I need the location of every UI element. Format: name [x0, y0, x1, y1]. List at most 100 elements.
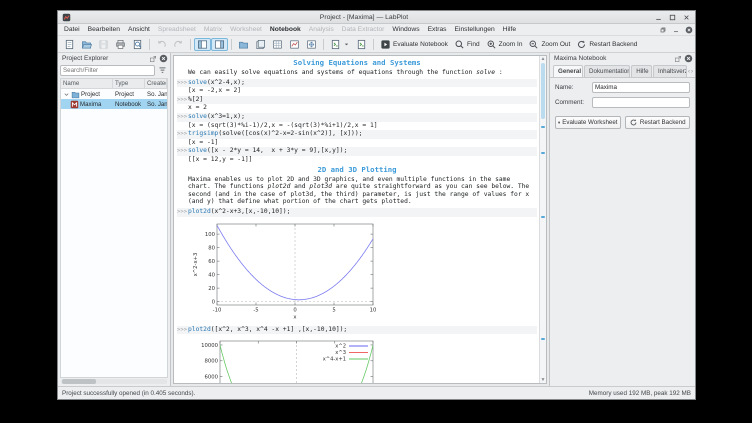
menu-windows[interactable]: Windows: [388, 26, 423, 33]
redo-button: [170, 38, 187, 51]
command-code[interactable]: plot2d([x^2, x^3, x^4 -x +1] ,[x,-10,10]…: [188, 326, 347, 335]
float-dock-icon[interactable]: [674, 55, 682, 63]
print-button[interactable]: [112, 38, 129, 51]
tab-scroll-right-icon[interactable]: ›: [691, 69, 693, 75]
menu-datei[interactable]: Datei: [60, 26, 84, 33]
maxima-icon: [70, 100, 79, 109]
tab-inhaltsverzeichnis[interactable]: Inhaltsverzeichnis: [653, 65, 687, 77]
new-notebook-button[interactable]: [327, 38, 353, 51]
notebook-content[interactable]: Solving Equations and SystemsWe can easi…: [174, 56, 539, 383]
scroll-down-icon[interactable]: ▼: [540, 377, 546, 383]
filter-button[interactable]: [156, 65, 168, 76]
new-spreadsheet-button[interactable]: [269, 38, 286, 51]
tab-dokumentation[interactable]: Dokumentation: [584, 65, 630, 77]
command-entry[interactable]: >>>plot2d(x^2-x+3,[x,-10,10]);: [177, 208, 537, 217]
zoom-out-button[interactable]: Zoom Out: [525, 38, 573, 51]
vertical-scrollbar[interactable]: ▲ ▼: [539, 56, 546, 383]
tab-scroll-arrows[interactable]: ‹›: [688, 69, 693, 77]
restart-icon: [576, 39, 587, 50]
restart-backend-label: Restart Backend: [589, 41, 637, 48]
command-entry[interactable]: >>>solve([x - 2*y = 14, x + 3*y = 9],[x,…: [177, 147, 537, 156]
main-toolbar: Evaluate NotebookFindZoom InZoom Out Rest…: [58, 36, 695, 53]
menu-ansicht[interactable]: Ansicht: [124, 26, 154, 33]
menu-matrix: Matrix: [200, 26, 226, 33]
column-header-type[interactable]: Type: [113, 79, 145, 88]
zoom-in-button[interactable]: Zoom In: [483, 38, 526, 51]
evaluate-worksheet-button[interactable]: Evaluate Worksheet: [555, 116, 621, 129]
tab-scroll-left-icon[interactable]: ‹: [688, 69, 690, 75]
menu-bearbeiten[interactable]: Bearbeiten: [84, 26, 124, 33]
print-preview-icon: [132, 39, 143, 50]
command-code[interactable]: plot2d(x^2-x+3,[x,-10,10]);: [188, 208, 290, 217]
notebook-page: Solving Equations and SystemsWe can easi…: [173, 55, 547, 384]
command-entry[interactable]: >>>plot2d([x^2, x^3, x^4 -x +1] ,[x,-10,…: [177, 326, 537, 335]
name-label: Name:: [555, 84, 589, 91]
name-field[interactable]: [592, 82, 690, 93]
tab-general[interactable]: General: [553, 65, 583, 77]
tab-hilfe[interactable]: Hilfe: [631, 65, 652, 77]
hscroll-thumb[interactable]: [62, 379, 96, 384]
save-project-button: [95, 38, 112, 51]
menu-analysis: Analysis: [305, 26, 338, 33]
filter-icon: [158, 66, 167, 75]
menu-hilfe[interactable]: Hilfe: [499, 26, 520, 33]
markdown-text[interactable]: We can easily solve equations and system…: [188, 69, 533, 77]
maximize-icon[interactable]: [668, 13, 677, 22]
scroll-up-icon[interactable]: ▲: [540, 56, 546, 62]
new-datapicker-button[interactable]: [303, 38, 320, 51]
menu-extras[interactable]: Extras: [424, 26, 451, 33]
close-dock-icon[interactable]: [684, 54, 693, 63]
float-dock-icon[interactable]: [149, 55, 157, 63]
command-entry[interactable]: >>>trigsimp(solve([cos(x)^2-x=2-sin(x^2)…: [177, 130, 537, 139]
comment-field[interactable]: [592, 97, 690, 108]
undo-button: [153, 38, 170, 51]
close-icon[interactable]: [682, 13, 691, 22]
memory-usage: Memory used 192 MB, peak 192 MB: [589, 390, 691, 397]
open-project-button[interactable]: [78, 38, 95, 51]
command-entry[interactable]: >>>solve(x^2-4,x);: [177, 79, 537, 88]
svg-text:-5: -5: [253, 307, 258, 313]
menu-notebook[interactable]: Notebook: [266, 26, 305, 33]
result-output: [[x = 12,y = -1]]: [188, 156, 537, 165]
svg-text:x^2: x^2: [335, 344, 346, 350]
command-code[interactable]: solve(x^2-4,x);: [188, 79, 245, 88]
find-button[interactable]: Find: [451, 38, 483, 51]
command-entry[interactable]: >>>%[2]: [177, 96, 537, 105]
title-bar[interactable]: Project - [Maxima] — LabPlot: [58, 11, 695, 24]
markdown-text[interactable]: Maxima enables us to plot 2D and 3D grap…: [188, 176, 533, 206]
toggle-properties-dock-button[interactable]: [211, 38, 228, 51]
tree-row-project[interactable]: ProjectProjectSo. Jan. 2 18:: [61, 89, 167, 99]
new-worksheet-button[interactable]: [286, 38, 303, 51]
command-code[interactable]: solve(x^3=1,x);: [188, 113, 245, 122]
mdi-close-icon[interactable]: [685, 26, 693, 34]
command-entry[interactable]: >>>solve(x^3=1,x);: [177, 113, 537, 122]
mdi-minimize-icon[interactable]: [672, 26, 680, 34]
datapicker-icon: [306, 39, 317, 50]
minimize-icon[interactable]: [654, 13, 663, 22]
workbook-icon: [255, 39, 266, 50]
column-header-name[interactable]: Name: [61, 79, 113, 88]
new-project-button[interactable]: [61, 38, 78, 51]
menu-spreadsheet: Spreadsheet: [154, 26, 200, 33]
new-folder-button[interactable]: [235, 38, 252, 51]
vscroll-thumb[interactable]: [541, 63, 545, 119]
open-notebook-button[interactable]: [353, 38, 370, 51]
close-dock-icon[interactable]: [159, 54, 168, 63]
evaluate-notebook-button[interactable]: Evaluate Notebook: [377, 38, 451, 51]
restart-backend-button[interactable]: Restart Backend: [625, 116, 691, 129]
entry-prompt: >>>: [177, 113, 188, 122]
menu-einstellungen[interactable]: Einstellungen: [451, 26, 499, 33]
tree-row-maxima[interactable]: MaximaNotebookSo. Jan. 2 18:: [61, 99, 167, 109]
mdi-restore-icon[interactable]: [659, 26, 667, 34]
command-code[interactable]: solve([x - 2*y = 14, x + 3*y = 9],[x,y])…: [188, 147, 347, 156]
redo-icon: [173, 39, 184, 50]
command-code[interactable]: %[2]: [188, 96, 203, 105]
new-workbook-button[interactable]: [252, 38, 269, 51]
print-preview-button[interactable]: [129, 38, 146, 51]
search-input[interactable]: [60, 65, 155, 76]
command-code[interactable]: trigsimp(solve([cos(x)^2-x=2-sin(x^2)], …: [188, 130, 362, 139]
toggle-project-explorer-button[interactable]: [194, 38, 211, 51]
restart-backend-button[interactable]: Restart Backend: [573, 38, 640, 51]
column-header-created[interactable]: Created: [145, 79, 167, 88]
horizontal-scrollbar[interactable]: [61, 379, 167, 384]
